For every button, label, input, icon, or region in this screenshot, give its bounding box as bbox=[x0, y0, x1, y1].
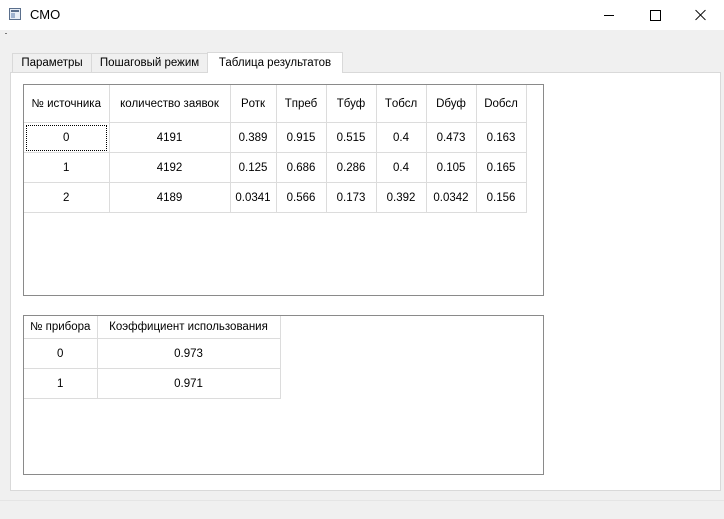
tab-parameters[interactable]: Параметры bbox=[12, 53, 92, 72]
table-cell[interactable]: 1 bbox=[24, 152, 110, 183]
table-cell[interactable]: 4189 bbox=[109, 182, 231, 213]
sources-table: № источника количество заявок Pотк Tпреб… bbox=[24, 85, 527, 213]
header-d-buffer[interactable]: Dбуф bbox=[426, 85, 477, 123]
table-row: 1 0.971 bbox=[24, 368, 281, 399]
table-cell[interactable]: 0.286 bbox=[326, 152, 377, 183]
close-button[interactable] bbox=[678, 0, 724, 30]
table-cell[interactable]: 0.4 bbox=[376, 122, 427, 153]
table-cell[interactable]: 1 bbox=[24, 368, 98, 399]
table-cell[interactable]: 0 bbox=[24, 338, 98, 369]
table-cell[interactable]: 0.389 bbox=[230, 122, 277, 153]
devices-table-view[interactable]: № прибора Коэффициент использования 0 0.… bbox=[23, 315, 544, 475]
header-utilization[interactable]: Коэффициент использования bbox=[97, 316, 281, 339]
sources-table-view[interactable]: № источника количество заявок Pотк Tпреб… bbox=[23, 84, 544, 296]
table-cell[interactable]: 0.163 bbox=[476, 122, 527, 153]
devices-table: № прибора Коэффициент использования 0 0.… bbox=[24, 316, 281, 399]
table-cell[interactable]: 0.515 bbox=[326, 122, 377, 153]
table-cell[interactable]: 0.0341 bbox=[230, 182, 277, 213]
maximize-button[interactable] bbox=[632, 0, 678, 30]
header-t-service[interactable]: Tобсл bbox=[376, 85, 427, 123]
close-icon bbox=[695, 9, 707, 21]
header-source-number[interactable]: № источника bbox=[24, 85, 110, 123]
table-cell[interactable]: 0.915 bbox=[276, 122, 327, 153]
tab-results-table[interactable]: Таблица результатов bbox=[207, 52, 343, 73]
table-cell[interactable]: 0.165 bbox=[476, 152, 527, 183]
table-cell[interactable]: 0.105 bbox=[426, 152, 477, 183]
table-cell[interactable]: 0.971 bbox=[97, 368, 281, 399]
header-d-service[interactable]: Dобсл bbox=[476, 85, 527, 123]
tab-step-mode[interactable]: Пошаговый режим bbox=[91, 53, 208, 72]
header-request-count[interactable]: количество заявок bbox=[109, 85, 231, 123]
header-t-stay[interactable]: Tпреб bbox=[276, 85, 327, 123]
table-cell[interactable]: 0.4 bbox=[376, 152, 427, 183]
table-cell[interactable]: 0.473 bbox=[426, 122, 477, 153]
table-cell[interactable]: 0.125 bbox=[230, 152, 277, 183]
table-cell[interactable]: 0 bbox=[24, 122, 110, 153]
header-t-buffer[interactable]: Tбуф bbox=[326, 85, 377, 123]
table-cell[interactable]: 0.686 bbox=[276, 152, 327, 183]
devices-header-row: № прибора Коэффициент использования bbox=[24, 316, 281, 339]
table-row: 2 4189 0.0341 0.566 0.173 0.392 0.0342 0… bbox=[24, 182, 527, 213]
maximize-icon bbox=[649, 9, 661, 21]
table-cell[interactable]: 0.392 bbox=[376, 182, 427, 213]
app-window-icon bbox=[9, 8, 21, 20]
status-divider bbox=[0, 500, 724, 501]
table-cell[interactable]: 2 bbox=[24, 182, 110, 213]
header-device-number[interactable]: № прибора bbox=[24, 316, 98, 339]
table-cell[interactable]: 0.0342 bbox=[426, 182, 477, 213]
table-cell[interactable]: 0.156 bbox=[476, 182, 527, 213]
table-cell[interactable]: 4191 bbox=[109, 122, 231, 153]
minimize-button[interactable] bbox=[586, 0, 632, 30]
minimize-icon bbox=[604, 14, 614, 16]
table-cell[interactable]: 0.566 bbox=[276, 182, 327, 213]
sources-header-row: № источника количество заявок Pотк Tпреб… bbox=[24, 85, 527, 123]
table-row: 0 4191 0.389 0.915 0.515 0.4 0.473 0.163 bbox=[24, 122, 527, 153]
table-cell[interactable]: 4192 bbox=[109, 152, 231, 183]
header-p-refusal[interactable]: Pотк bbox=[230, 85, 277, 123]
table-row: 0 0.973 bbox=[24, 338, 281, 369]
table-cell[interactable]: 0.973 bbox=[97, 338, 281, 369]
table-cell[interactable]: 0.173 bbox=[326, 182, 377, 213]
title-bar: СМО bbox=[0, 0, 724, 30]
menu-bar-grip bbox=[5, 33, 7, 34]
results-tab-panel: № источника количество заявок Pотк Tпреб… bbox=[10, 72, 721, 491]
table-row: 1 4192 0.125 0.686 0.286 0.4 0.105 0.165 bbox=[24, 152, 527, 183]
window-title: СМО bbox=[30, 7, 61, 22]
